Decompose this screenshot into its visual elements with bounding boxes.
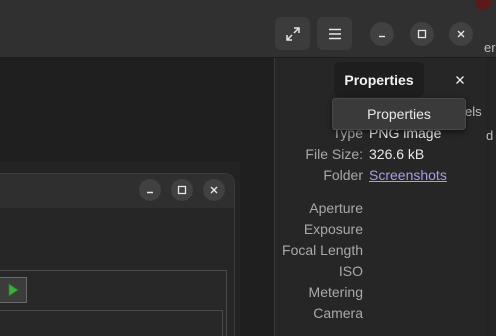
prop-label: Exposure bbox=[303, 221, 363, 237]
prop-label: File Size: bbox=[305, 146, 363, 162]
close-icon bbox=[210, 186, 218, 194]
main-menu-button[interactable] bbox=[317, 17, 352, 50]
minimize-icon bbox=[379, 35, 385, 38]
fullscreen-icon bbox=[285, 26, 300, 41]
prop-label: Aperture bbox=[309, 200, 363, 216]
prop-label: Folder bbox=[323, 167, 363, 183]
properties-tooltip: Properties bbox=[332, 98, 466, 130]
fullscreen-button[interactable] bbox=[275, 17, 310, 50]
depicted-close-button bbox=[203, 179, 225, 201]
prop-row-folder: Folder Screenshots bbox=[275, 166, 496, 184]
properties-close-button[interactable] bbox=[450, 70, 470, 90]
prop-row-metering: Metering bbox=[275, 283, 496, 301]
header-bar bbox=[0, 0, 496, 58]
edge-text-fragment: ere bbox=[484, 40, 496, 55]
close-icon bbox=[456, 76, 464, 84]
close-button[interactable] bbox=[449, 22, 473, 46]
maximize-button[interactable] bbox=[410, 22, 434, 46]
depicted-window bbox=[0, 173, 235, 336]
depicted-window-titlebar bbox=[0, 174, 234, 208]
prop-row-camera: Camera bbox=[275, 304, 496, 322]
play-icon bbox=[8, 283, 19, 297]
depicted-maximize-button bbox=[171, 179, 193, 201]
maximize-icon bbox=[177, 185, 187, 195]
maximize-icon bbox=[417, 29, 427, 39]
prop-row-aperture: Aperture bbox=[275, 199, 496, 217]
depicted-content-panel bbox=[0, 270, 227, 336]
depicted-play-button bbox=[0, 277, 27, 303]
prop-label: Metering bbox=[308, 284, 363, 300]
properties-title-button[interactable]: Properties bbox=[334, 62, 424, 97]
minimize-button[interactable] bbox=[370, 22, 394, 46]
depicted-window-body bbox=[0, 208, 234, 336]
image-viewer-window: els ere d Properties Type PNG image File… bbox=[0, 0, 496, 336]
folder-link[interactable]: Screenshots bbox=[369, 166, 447, 184]
minimize-icon bbox=[147, 191, 153, 194]
app-indicator-icon bbox=[475, 0, 491, 10]
hidden-text-fragment: els bbox=[465, 104, 482, 119]
prop-value: 326.6 kB bbox=[369, 146, 425, 162]
prop-label: Camera bbox=[313, 305, 363, 321]
prop-row-iso: ISO bbox=[275, 262, 496, 280]
prop-label: Focal Length bbox=[282, 242, 363, 258]
prop-row-exposure: Exposure bbox=[275, 220, 496, 238]
prop-row-file-size: File Size: 326.6 kB bbox=[275, 145, 496, 163]
prop-row-focal-length: Focal Length bbox=[275, 241, 496, 259]
hamburger-menu-icon bbox=[328, 28, 341, 39]
depicted-sub-panel bbox=[0, 310, 223, 336]
close-icon bbox=[457, 30, 465, 38]
depicted-minimize-button bbox=[139, 179, 161, 201]
prop-label: ISO bbox=[338, 263, 363, 279]
